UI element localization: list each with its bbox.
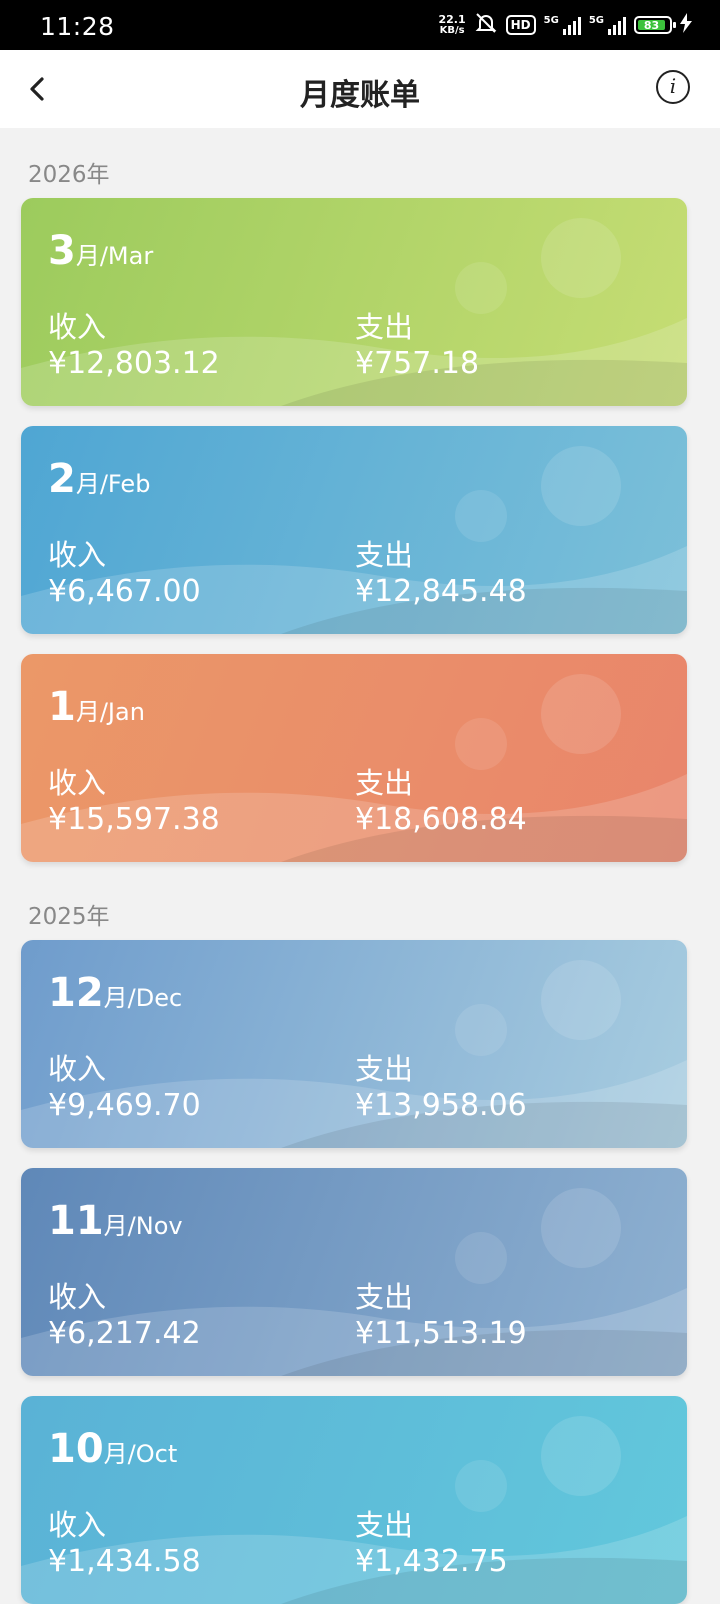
signal-icon-2: 5G [589, 15, 626, 35]
charging-icon [680, 13, 692, 37]
income-amount: ¥1,434.58 [48, 1544, 201, 1579]
expense-amount: ¥12,845.48 [355, 574, 527, 609]
income-label: 收入 [48, 310, 107, 344]
month-card[interactable]: 10月/Oct 收入 支出 ¥1,434.58 ¥1,432.75 [21, 1396, 687, 1604]
bell-muted-icon [474, 11, 498, 39]
network-speed: 22.1 KB/s [438, 13, 466, 36]
status-time: 11:28 [40, 12, 115, 41]
expense-amount: ¥11,513.19 [355, 1316, 527, 1351]
month-card[interactable]: 3月/Mar 收入 支出 ¥12,803.12 ¥757.18 [21, 198, 687, 406]
month-card[interactable]: 1月/Jan 收入 支出 ¥15,597.38 ¥18,608.84 [21, 654, 687, 862]
month-label: 12月/Dec [48, 970, 183, 1016]
income-amount: ¥12,803.12 [48, 346, 220, 381]
expense-amount: ¥757.18 [355, 346, 480, 381]
month-label: 10月/Oct [48, 1426, 178, 1472]
year-header: 2026年 [28, 162, 110, 188]
expense-amount: ¥13,958.06 [355, 1088, 527, 1123]
nav-bar: 月度账单 i [0, 50, 720, 128]
income-amount: ¥6,467.00 [48, 574, 201, 609]
month-card[interactable]: 2月/Feb 收入 支出 ¥6,467.00 ¥12,845.48 [21, 426, 687, 634]
expense-label: 支出 [355, 1508, 414, 1542]
info-icon[interactable]: i [656, 70, 690, 104]
expense-amount: ¥1,432.75 [355, 1544, 508, 1579]
expense-label: 支出 [355, 1052, 414, 1086]
income-label: 收入 [48, 538, 107, 572]
status-bar: 11:28 22.1 KB/s HD 5G 5G 83 [0, 0, 720, 50]
expense-label: 支出 [355, 766, 414, 800]
year-header: 2025年 [28, 904, 110, 930]
month-label: 11月/Nov [48, 1198, 183, 1244]
income-label: 收入 [48, 766, 107, 800]
expense-label: 支出 [355, 538, 414, 572]
page-title: 月度账单 [300, 78, 420, 113]
expense-amount: ¥18,608.84 [355, 802, 527, 837]
income-label: 收入 [48, 1280, 107, 1314]
signal-icon-1: 5G [544, 15, 581, 35]
income-label: 收入 [48, 1052, 107, 1086]
income-amount: ¥9,469.70 [48, 1088, 201, 1123]
income-amount: ¥6,217.42 [48, 1316, 201, 1351]
expense-label: 支出 [355, 310, 414, 344]
status-icons: 22.1 KB/s HD 5G 5G 83 [438, 10, 692, 40]
month-card[interactable]: 11月/Nov 收入 支出 ¥6,217.42 ¥11,513.19 [21, 1168, 687, 1376]
battery-icon: 83 [634, 16, 676, 34]
income-label: 收入 [48, 1508, 107, 1542]
month-label: 2月/Feb [48, 456, 151, 502]
month-card[interactable]: 12月/Dec 收入 支出 ¥9,469.70 ¥13,958.06 [21, 940, 687, 1148]
month-label: 3月/Mar [48, 228, 154, 274]
expense-label: 支出 [355, 1280, 414, 1314]
income-amount: ¥15,597.38 [48, 802, 220, 837]
hd-icon: HD [505, 15, 536, 35]
month-label: 1月/Jan [48, 684, 145, 730]
